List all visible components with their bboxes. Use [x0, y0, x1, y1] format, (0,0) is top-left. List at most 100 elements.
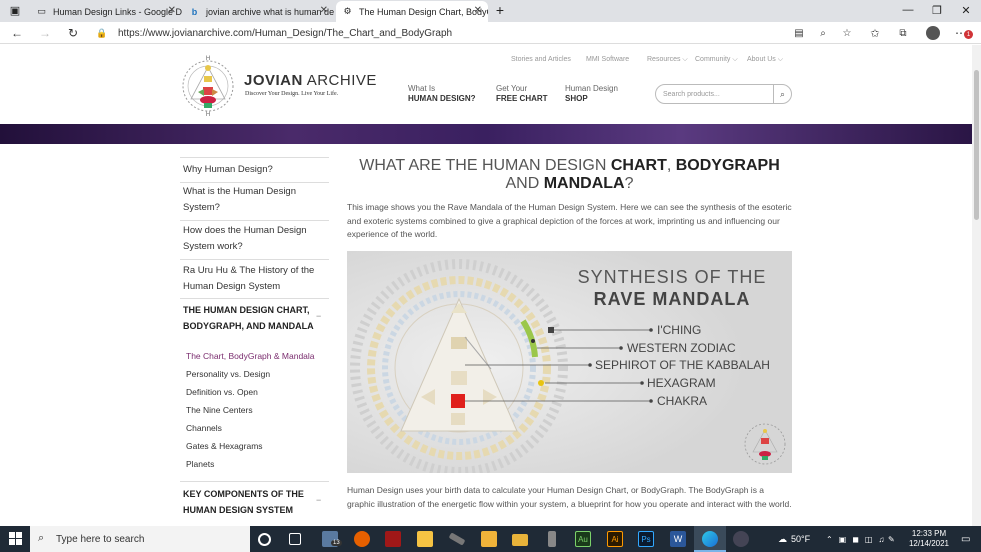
photoshop-icon[interactable]: Ps [638, 531, 654, 547]
favorite-icon[interactable]: ☆ [838, 24, 856, 42]
tab-actions-icon[interactable]: ▣ [0, 0, 30, 20]
chevron-down-icon: ⌵ [682, 56, 688, 63]
collapse-icon[interactable]: − [316, 311, 321, 321]
new-tab-button[interactable]: + [490, 0, 510, 20]
chevron-down-icon: ⌵ [732, 56, 738, 63]
search-icon[interactable]: ⌕ [773, 85, 791, 103]
system-tray-icons[interactable]: ⌃▣◼◫♫ [826, 526, 890, 552]
weather-widget[interactable]: ☁ 50°F [778, 526, 810, 552]
edge-taskbar-button[interactable] [694, 526, 726, 552]
sidebar-sub-item[interactable]: Planets [186, 459, 214, 469]
bing-icon: b [191, 6, 198, 17]
close-icon[interactable]: ✕ [474, 5, 482, 16]
sticky-notes-icon[interactable] [417, 531, 433, 547]
lock-icon: 🔒 [96, 27, 108, 38]
sidebar-sub-item[interactable]: Definition vs. Open [186, 387, 258, 397]
sidebar-sub-active[interactable]: The Chart, BodyGraph & Mandala [186, 351, 315, 361]
cloud-icon: ☁ [778, 533, 787, 544]
sidebar-link-what-is[interactable]: What is the Human Design System? [183, 184, 329, 216]
link-resources[interactable]: Resources ⌵ [647, 56, 688, 64]
file-explorer-icon[interactable] [512, 534, 528, 546]
sidebar-sub-item[interactable]: The Nine Centers [186, 405, 253, 415]
notifications-icon[interactable]: ▭ [961, 526, 970, 552]
collapse-icon[interactable]: − [316, 495, 321, 505]
divider [180, 182, 329, 183]
illustrator-icon[interactable]: Ai [607, 531, 623, 547]
divider [180, 220, 329, 221]
sidebar-sub-item[interactable]: Channels [186, 423, 222, 433]
clock-date: 12/14/2021 [908, 539, 950, 548]
tab-title: jovian archive what is human de [206, 6, 334, 17]
edge-icon [702, 531, 718, 547]
app-icon[interactable] [733, 531, 749, 547]
web-page: H H JOVIAN ARCHIVE Discover Your Design.… [0, 45, 972, 526]
word-icon[interactable]: W [670, 531, 686, 547]
close-window-icon[interactable]: ✕ [951, 0, 981, 20]
tab-jovian[interactable]: ⚙ The Human Design Chart, BodyG ✕ [336, 1, 488, 22]
mail-badge: 13 [331, 540, 342, 546]
sidebar-section-key-components[interactable]: KEY COMPONENTS OF THE HUMAN DESIGN SYSTE… [183, 486, 323, 518]
audition-icon[interactable]: Au [575, 531, 591, 547]
rave-mandala-logo-icon: H H [182, 56, 234, 118]
tab-bar: ▣ ▭ Human Design Links - Google D ✕ b jo… [0, 0, 981, 22]
link-about-us[interactable]: About Us ⌵ [747, 56, 783, 64]
windows-start-icon[interactable] [9, 532, 22, 545]
profile-avatar[interactable] [924, 24, 942, 42]
clock[interactable]: 12:33 PM 12/14/2021 [905, 529, 953, 549]
link-stories[interactable]: Stories and Articles [511, 56, 571, 63]
taskbar-search-input[interactable]: ⌕ Type here to search [30, 526, 250, 552]
pen-icon[interactable] [448, 532, 466, 546]
store-icon[interactable] [481, 531, 497, 547]
url-field[interactable]: 🔒 https://www.jovianarchive.com/Human_De… [96, 24, 786, 42]
firefox-icon[interactable] [354, 531, 370, 547]
nav-shop[interactable]: Human Design SHOP [565, 84, 618, 104]
search-placeholder: Search products... [663, 90, 720, 98]
page-title: WHAT ARE THE HUMAN DESIGN CHART, BODYGRA… [359, 157, 780, 192]
tab-title: The Human Design Chart, BodyG [359, 6, 488, 17]
tray-icons[interactable]: ✎ [888, 526, 899, 552]
notification-badge: 1 [964, 30, 973, 39]
zoom-icon[interactable]: ⌕ [814, 24, 832, 42]
address-bar-row: ← → ↻ 🔒 https://www.jovianarchive.com/Hu… [0, 22, 981, 44]
nav-what-is-human-design[interactable]: What Is HUMAN DESIGN? [408, 84, 476, 104]
close-icon[interactable]: ✕ [168, 5, 176, 16]
sidebar-link-how[interactable]: How does the Human Design System work? [183, 223, 329, 255]
svg-text:H: H [206, 112, 210, 117]
nav-free-chart[interactable]: Get Your FREE CHART [496, 84, 548, 104]
sidebar-sub-item[interactable]: Gates & Hexagrams [186, 441, 263, 451]
usb-icon[interactable] [548, 531, 556, 547]
scrollbar-thumb[interactable] [974, 70, 979, 220]
sidebar-sub-item[interactable]: Personality vs. Design [186, 369, 270, 379]
refresh-icon[interactable]: ↻ [64, 24, 82, 42]
reader-icon[interactable]: ▤ [790, 24, 808, 42]
maximize-icon[interactable]: ❐ [922, 0, 952, 20]
image-label: WESTERN ZODIAC [627, 341, 736, 355]
sidebar-link-why[interactable]: Why Human Design? [183, 162, 329, 178]
app-icon[interactable] [385, 531, 401, 547]
tab-bing[interactable]: b jovian archive what is human de ✕ [183, 1, 334, 22]
jovian-logo[interactable]: H H [178, 55, 238, 118]
minimize-icon[interactable]: — [893, 0, 923, 20]
image-label: SEPHIROT OF THE KABBALAH [595, 358, 770, 372]
collections-icon[interactable]: ⧉ [894, 24, 912, 42]
divider [180, 259, 329, 260]
chevron-down-icon: ⌵ [777, 56, 784, 63]
forward-icon[interactable]: → [36, 24, 54, 42]
link-community[interactable]: Community ⌵ [695, 56, 738, 64]
product-search-input[interactable]: Search products... ⌕ [655, 84, 792, 104]
cortana-icon[interactable] [258, 533, 271, 546]
sidebar-section-chart[interactable]: THE HUMAN DESIGN CHART, BODYGRAPH, AND M… [183, 302, 323, 334]
url-text: https://www.jovianarchive.com/Human_Desi… [118, 27, 453, 39]
image-label: CHAKRA [657, 394, 708, 408]
tab-google-doc[interactable]: ▭ Human Design Links - Google D ✕ [30, 1, 182, 22]
link-mmi-software[interactable]: MMI Software [586, 56, 629, 63]
windows-taskbar: ⌕ Type here to search 13 Au Ai Ps W ☁ 50°… [0, 526, 981, 552]
body-paragraph: Human Design uses your birth data to cal… [347, 485, 792, 509]
clock-time: 12:33 PM [911, 529, 947, 538]
sidebar-link-history[interactable]: Ra Uru Hu & The History of the Human Des… [183, 263, 329, 295]
favorites-icon[interactable]: ✩ [866, 24, 884, 42]
back-icon[interactable]: ← [8, 24, 26, 42]
task-view-icon[interactable] [289, 533, 301, 545]
close-icon[interactable]: ✕ [320, 5, 328, 16]
logo-title: JOVIAN ARCHIVE [244, 72, 377, 89]
